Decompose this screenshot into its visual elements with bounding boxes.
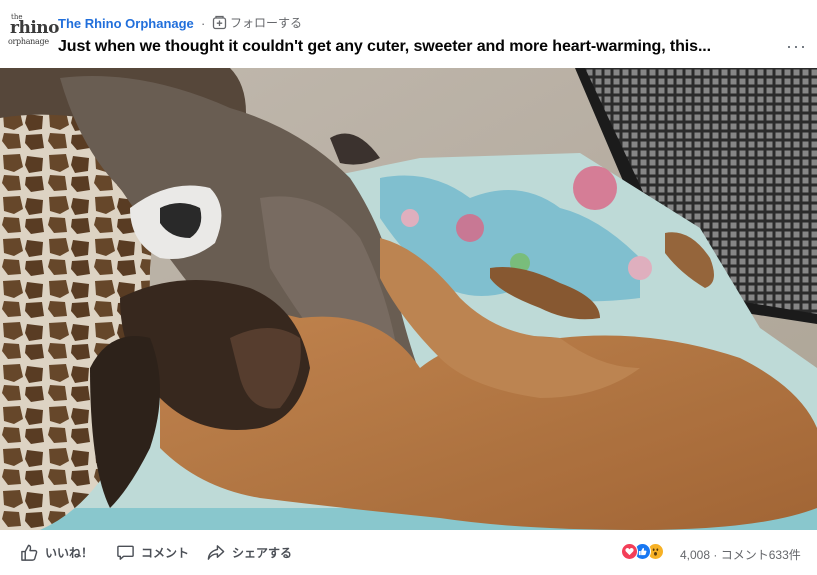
page-logo[interactable]: the rhino orphanage [8,14,59,48]
follow-button[interactable]: フォローする [212,14,302,31]
comment-button[interactable]: コメント [116,543,189,562]
reaction-icons[interactable] [621,543,664,560]
like-button[interactable]: いいね！ [20,543,93,562]
engagement-counts[interactable]: 4,008 · コメント633件 [680,546,801,563]
follow-label: フォローする [230,16,303,30]
comment-count[interactable]: コメント633件 [721,548,801,562]
share-icon [207,545,225,560]
comment-icon [117,545,134,560]
like-label: いいね！ [45,546,94,560]
post-header: the rhino orphanage The Rhino Orphanage … [0,0,817,68]
counts-separator: · [713,548,718,562]
video-player[interactable] [0,68,817,530]
comment-label: コメント [141,546,190,560]
love-reaction-icon [621,543,638,560]
reaction-count[interactable]: 4,008 [680,548,710,562]
share-button[interactable]: シェアする [206,543,292,562]
more-options-button[interactable]: ··· [786,36,807,57]
page-name-link[interactable]: The Rhino Orphanage [58,16,194,31]
thumbs-up-icon [21,544,38,561]
post-actions-bar: いいね！ コメント シェアする 4,008 · コメント633件 [0,530,817,575]
separator-dot: · [201,16,206,31]
video-frame [0,68,817,530]
post-text[interactable]: Just when we thought it couldn't get any… [58,38,758,56]
follow-icon [212,15,227,30]
share-label: シェアする [232,546,293,560]
